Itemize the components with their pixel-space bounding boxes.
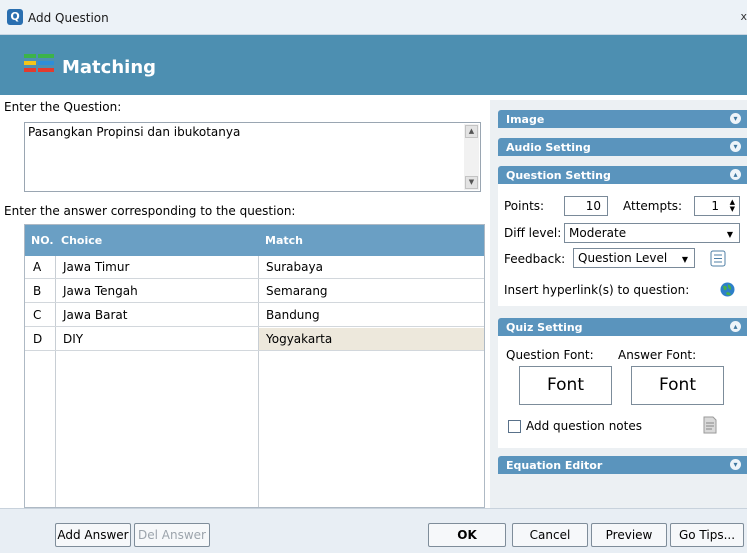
row-no: C xyxy=(33,308,42,322)
matching-icon xyxy=(24,54,54,72)
table-row[interactable]: C Jawa Barat Bandung xyxy=(25,304,484,327)
answer-label: Enter the answer corresponding to the qu… xyxy=(4,204,296,218)
ok-button[interactable]: OK xyxy=(428,523,506,547)
feedback-list-icon[interactable] xyxy=(710,250,726,267)
go-tips-button[interactable]: Go Tips... xyxy=(670,523,744,547)
attempts-value: 1 xyxy=(711,199,719,213)
scroll-down-icon[interactable]: ▼ xyxy=(465,176,478,189)
row-match[interactable]: Semarang xyxy=(266,284,328,298)
question-text: Pasangkan Propinsi dan ibukotanya xyxy=(28,125,241,139)
section-image[interactable]: Image ▾ xyxy=(498,110,747,128)
notes-icon[interactable] xyxy=(702,416,718,434)
chevron-down-icon: ▼ xyxy=(681,255,688,264)
row-choice[interactable]: Jawa Barat xyxy=(63,308,127,322)
section-equation-editor-label: Equation Editor xyxy=(506,459,603,472)
attempts-label: Attempts: xyxy=(623,199,683,213)
stepper-arrows-icon[interactable]: ▲ ▼ xyxy=(730,199,735,213)
scroll-up-icon[interactable]: ▲ xyxy=(465,125,478,138)
question-label: Enter the Question: xyxy=(4,100,122,114)
answer-font-label: Answer Font: xyxy=(618,348,697,362)
section-image-label: Image xyxy=(506,113,545,126)
settings-panel: Image ▾ Audio Setting ▾ Question Setting… xyxy=(490,100,747,508)
attempts-stepper[interactable]: 1 ▲ ▼ xyxy=(694,196,740,216)
window-title: Add Question xyxy=(28,11,109,25)
answer-table-header: NO. Choice Match xyxy=(25,225,484,256)
row-no: A xyxy=(33,260,42,274)
points-value: 10 xyxy=(585,199,601,213)
table-row[interactable]: D DIY Yogyakarta xyxy=(25,328,484,351)
row-no: D xyxy=(33,332,43,346)
section-question-setting-label: Question Setting xyxy=(506,169,611,182)
section-equation-editor[interactable]: Equation Editor ▾ xyxy=(498,456,747,474)
chevron-down-icon: ▼ xyxy=(726,230,733,239)
column-header-no[interactable]: NO. xyxy=(31,234,54,247)
preview-button[interactable]: Preview xyxy=(591,523,667,547)
feedback-value: Question Level xyxy=(578,251,668,265)
question-font-button[interactable]: Font xyxy=(519,366,612,405)
points-label: Points: xyxy=(504,199,545,213)
row-match[interactable]: Surabaya xyxy=(266,260,323,274)
row-choice[interactable]: Jawa Tengah xyxy=(63,284,138,298)
question-font-label: Question Font: xyxy=(506,348,594,362)
collapse-icon[interactable]: ▴ xyxy=(730,321,741,332)
row-choice[interactable]: Jawa Timur xyxy=(63,260,129,274)
close-icon[interactable]: x xyxy=(740,10,747,23)
hyperlink-label: Insert hyperlink(s) to question: xyxy=(504,283,690,297)
cancel-button[interactable]: Cancel xyxy=(512,523,588,547)
points-input[interactable]: 10 xyxy=(564,196,608,216)
answer-font-button[interactable]: Font xyxy=(631,366,724,405)
question-notes-checkbox[interactable] xyxy=(508,420,521,433)
expand-icon[interactable]: ▾ xyxy=(730,113,741,124)
quiz-setting-body: Question Font: Answer Font: Font Font Ad… xyxy=(498,336,747,448)
question-scrollbar[interactable]: ▲ ▼ xyxy=(464,124,479,190)
question-notes-label: Add question notes xyxy=(526,419,642,433)
feedback-select[interactable]: Question Level ▼ xyxy=(573,248,695,268)
row-choice[interactable]: DIY xyxy=(63,332,83,346)
question-textarea[interactable]: Pasangkan Propinsi dan ibukotanya ▲ ▼ xyxy=(24,122,481,192)
collapse-icon[interactable]: ▴ xyxy=(730,169,741,180)
section-quiz-setting-label: Quiz Setting xyxy=(506,321,583,334)
row-no: B xyxy=(33,284,42,298)
add-answer-button[interactable]: Add Answer xyxy=(55,523,131,547)
question-setting-body: Points: 10 Attempts: 1 ▲ ▼ Diff level: Mo… xyxy=(498,184,747,306)
answer-table: NO. Choice Match A Jawa Timur Surabaya B… xyxy=(24,224,485,508)
column-header-choice[interactable]: Choice xyxy=(61,234,102,247)
diff-level-value: Moderate xyxy=(569,226,627,240)
table-row[interactable]: B Jawa Tengah Semarang xyxy=(25,280,484,303)
column-header-match[interactable]: Match xyxy=(265,234,303,247)
section-quiz-setting[interactable]: Quiz Setting ▴ xyxy=(498,318,747,336)
diff-level-label: Diff level: xyxy=(504,226,562,240)
section-audio-setting[interactable]: Audio Setting ▾ xyxy=(498,138,747,156)
question-type-banner: Matching xyxy=(0,35,747,95)
section-question-setting[interactable]: Question Setting ▴ xyxy=(498,166,747,184)
title-bar: Q Add Question x xyxy=(0,0,747,35)
globe-icon[interactable] xyxy=(720,282,735,297)
row-match[interactable]: Yogyakarta xyxy=(266,332,332,346)
expand-icon[interactable]: ▾ xyxy=(730,141,741,152)
app-logo-icon: Q xyxy=(7,9,23,25)
row-match[interactable]: Bandung xyxy=(266,308,320,322)
expand-icon[interactable]: ▾ xyxy=(730,459,741,470)
diff-level-select[interactable]: Moderate ▼ xyxy=(564,223,740,243)
button-bar: Add Answer Del Answer OK Cancel Preview … xyxy=(0,508,747,553)
del-answer-button[interactable]: Del Answer xyxy=(134,523,210,547)
question-type-title: Matching xyxy=(62,57,157,78)
table-row[interactable]: A Jawa Timur Surabaya xyxy=(25,256,484,279)
feedback-label: Feedback: xyxy=(504,252,566,266)
section-audio-label: Audio Setting xyxy=(506,141,591,154)
